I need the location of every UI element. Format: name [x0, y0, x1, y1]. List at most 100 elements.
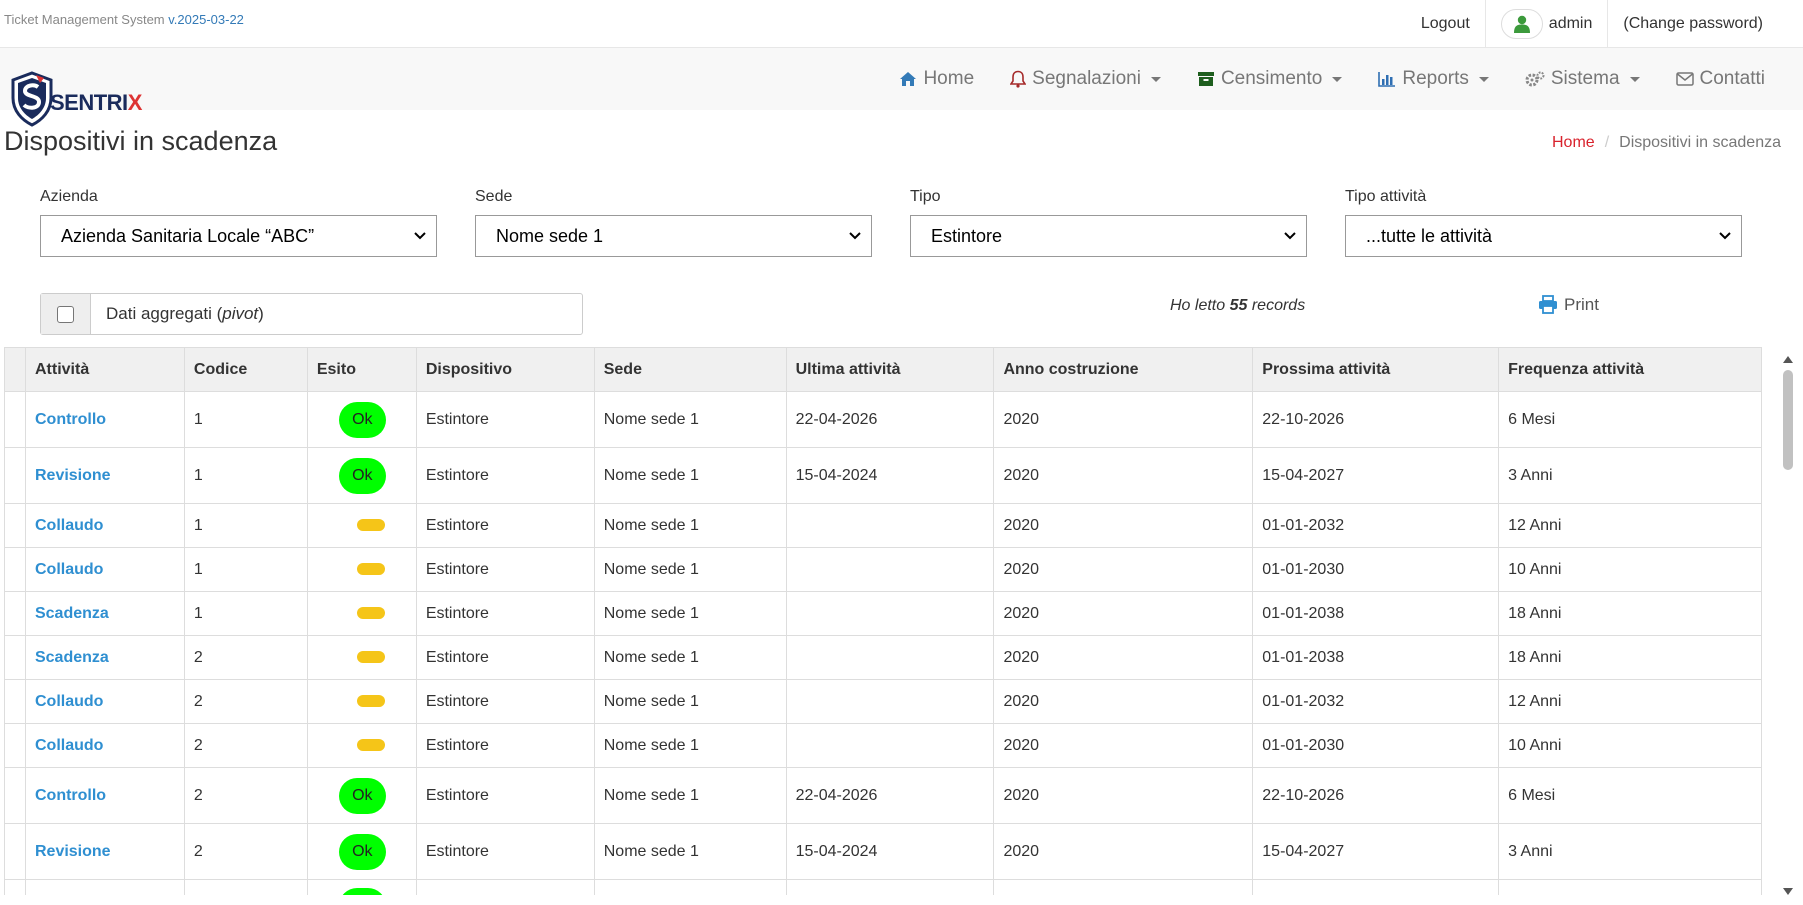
- cell-codice: 2: [183, 679, 308, 724]
- row-control-cell: [4, 767, 26, 824]
- cell-attivita[interactable]: Collaudo: [24, 547, 185, 592]
- breadcrumb-current: Dispositivi in scadenza: [1619, 134, 1781, 151]
- chevron-down-icon: [1332, 76, 1343, 82]
- cell-attivita[interactable]: Collaudo: [24, 723, 185, 768]
- scroll-up-icon[interactable]: [1783, 356, 1793, 363]
- cell-attivita[interactable]: Scadenza: [24, 591, 185, 636]
- row-control-cell: [4, 447, 26, 504]
- nav-segnalazioni[interactable]: Segnalazioni: [992, 48, 1179, 110]
- header-attivita[interactable]: Attività: [24, 347, 185, 392]
- cell-attivita[interactable]: Controllo: [24, 391, 185, 448]
- table-row[interactable]: Collaudo 1 Estintore Nome sede 1 2020 01-01-2…: [4, 547, 1762, 592]
- cell-anno-costruzione: 2020: [993, 679, 1254, 724]
- filter-azienda: Azienda Azienda Sanitaria Locale “ABC”: [40, 188, 437, 257]
- cell-attivita[interactable]: Scadenza: [24, 635, 185, 680]
- nav-censimento[interactable]: Censimento: [1179, 48, 1360, 110]
- change-password-link[interactable]: (Change password): [1607, 0, 1803, 48]
- cell-ultima-attivita: 22-04-2026: [785, 391, 995, 448]
- cell-codice: 1: [183, 591, 308, 636]
- breadcrumb-home[interactable]: Home: [1552, 134, 1595, 152]
- scrollbar-thumb[interactable]: [1783, 370, 1793, 470]
- cell-frequenza-attivita: 12 Anni: [1498, 503, 1762, 548]
- table-row[interactable]: Controllo 2 Ok Estintore Nome sede 1 22-04-20…: [4, 767, 1762, 824]
- table-row[interactable]: [4, 879, 1762, 895]
- status-badge-ok: [338, 888, 386, 895]
- header-sede[interactable]: Sede: [593, 347, 787, 392]
- cell-sede: Nome sede 1: [593, 503, 787, 548]
- cell-prossima-attivita: 15-04-2027: [1252, 823, 1500, 880]
- cell-dispositivo: Estintore: [415, 723, 595, 768]
- row-control-cell: [4, 723, 26, 768]
- table-row[interactable]: Collaudo 1 Estintore Nome sede 1 2020 01-01-2…: [4, 503, 1762, 548]
- header-dispositivo[interactable]: Dispositivo: [415, 347, 595, 392]
- cell-prossima-attivita: 01-01-2038: [1252, 635, 1500, 680]
- table-row[interactable]: Scadenza 2 Estintore Nome sede 1 2020 01-01-2…: [4, 635, 1762, 680]
- cell-anno-costruzione: 2020: [993, 635, 1254, 680]
- status-badge-pending: [356, 607, 385, 620]
- cell-dispositivo: Estintore: [415, 391, 595, 448]
- print-button[interactable]: Print: [1538, 295, 1599, 315]
- cell-prossima-attivita: [1252, 879, 1500, 895]
- row-control-cell: [4, 679, 26, 724]
- pivot-toggle: Dati aggregati (pivot): [40, 293, 583, 335]
- header-prossima-attivita[interactable]: Prossima attività: [1252, 347, 1500, 392]
- scroll-down-icon[interactable]: [1783, 888, 1793, 895]
- nav-home[interactable]: Home: [881, 48, 992, 110]
- cell-esito: [306, 547, 417, 592]
- header-codice[interactable]: Codice: [183, 347, 308, 392]
- table-row[interactable]: Collaudo 2 Estintore Nome sede 1 2020 01-01-2…: [4, 723, 1762, 768]
- cell-dispositivo: [415, 879, 595, 895]
- cell-codice: 2: [183, 767, 308, 824]
- row-control-cell: [4, 823, 26, 880]
- header-frequenza-attivita[interactable]: Frequenza attività: [1498, 347, 1762, 392]
- table-scrollbar[interactable]: [1780, 350, 1796, 895]
- header-ultima-attivita[interactable]: Ultima attività: [785, 347, 995, 392]
- table-row[interactable]: Revisione 2 Ok Estintore Nome sede 1 15-04-20…: [4, 823, 1762, 880]
- table-row[interactable]: Controllo 1 Ok Estintore Nome sede 1 22-04-20…: [4, 391, 1762, 448]
- cell-ultima-attivita: [785, 591, 995, 636]
- tipo-select[interactable]: Estintore: [910, 215, 1307, 257]
- cell-attivita[interactable]: [24, 879, 185, 895]
- status-badge-pending: [356, 519, 385, 532]
- table-row[interactable]: Scadenza 1 Estintore Nome sede 1 2020 01-01-2…: [4, 591, 1762, 636]
- user-name: admin: [1548, 15, 1593, 32]
- cell-ultima-attivita: [785, 879, 995, 895]
- cell-frequenza-attivita: 10 Anni: [1498, 547, 1762, 592]
- nav-contatti[interactable]: Contatti: [1658, 48, 1783, 110]
- cell-attivita[interactable]: Collaudo: [24, 679, 185, 724]
- cell-attivita[interactable]: Revisione: [24, 823, 185, 880]
- logout-link[interactable]: Logout: [1406, 0, 1485, 48]
- cell-frequenza-attivita: 18 Anni: [1498, 591, 1762, 636]
- cell-attivita[interactable]: Revisione: [24, 447, 185, 504]
- cell-esito: Ok: [306, 823, 417, 880]
- cell-frequenza-attivita: 3 Anni: [1498, 823, 1762, 880]
- azienda-select[interactable]: Azienda Sanitaria Locale “ABC”: [40, 215, 437, 257]
- status-badge-pending: [356, 651, 385, 664]
- cell-frequenza-attivita: 10 Anni: [1498, 723, 1762, 768]
- filter-tipo-attivita-label: Tipo attività: [1345, 188, 1427, 205]
- cell-sede: [593, 879, 787, 895]
- row-control-cell: [4, 635, 26, 680]
- cell-attivita[interactable]: Collaudo: [24, 503, 185, 548]
- cell-anno-costruzione: 2020: [993, 503, 1254, 548]
- cell-dispositivo: Estintore: [415, 823, 595, 880]
- cell-anno-costruzione: 2020: [993, 723, 1254, 768]
- user-menu[interactable]: admin: [1484, 0, 1608, 48]
- tipo-attivita-select[interactable]: ...tutte le attività: [1345, 215, 1742, 257]
- cell-attivita[interactable]: Controllo: [24, 767, 185, 824]
- nav-sistema[interactable]: Sistema: [1507, 48, 1658, 110]
- sede-select[interactable]: Nome sede 1: [475, 215, 872, 257]
- cell-anno-costruzione: 2020: [993, 591, 1254, 636]
- header-anno-costruzione[interactable]: Anno costruzione: [993, 347, 1254, 392]
- nav-reports[interactable]: Reports: [1360, 48, 1507, 110]
- cell-prossima-attivita: 01-01-2032: [1252, 679, 1500, 724]
- table-header-row: Attività Codice Esito Dispositivo Sede U…: [4, 347, 1762, 392]
- header-control: [4, 347, 26, 392]
- pivot-checkbox[interactable]: [57, 305, 74, 323]
- table-row[interactable]: Collaudo 2 Estintore Nome sede 1 2020 01-01-2…: [4, 679, 1762, 724]
- cell-ultima-attivita: [785, 547, 995, 592]
- sentrix-logo[interactable]: SENTRIX: [10, 70, 155, 128]
- cell-prossima-attivita: 01-01-2030: [1252, 547, 1500, 592]
- table-row[interactable]: Revisione 1 Ok Estintore Nome sede 1 15-04-20…: [4, 447, 1762, 504]
- header-esito[interactable]: Esito: [306, 347, 417, 392]
